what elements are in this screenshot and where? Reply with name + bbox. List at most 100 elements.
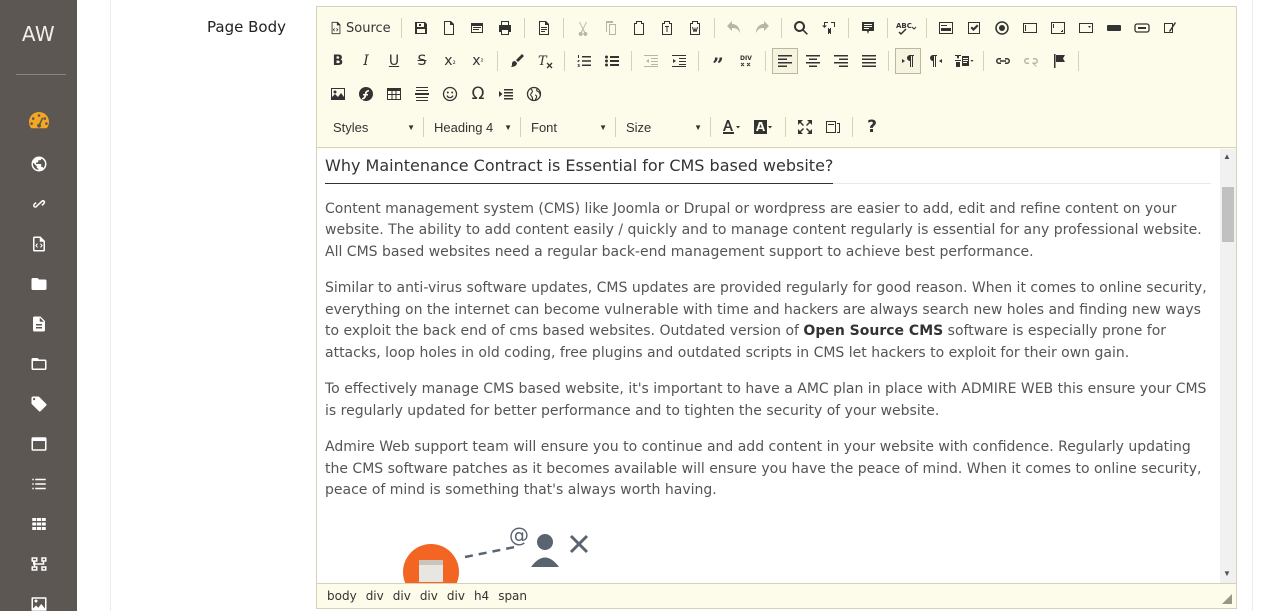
create-div-button[interactable]: DIV — [733, 48, 759, 74]
path-crumb-h4[interactable]: h4 — [474, 589, 489, 603]
text-direction-rtl-button[interactable] — [923, 48, 949, 74]
path-crumb-div[interactable]: div — [366, 589, 384, 603]
align-center-button[interactable] — [800, 48, 826, 74]
subscript-button[interactable]: x₂ — [437, 48, 463, 74]
select-all-button[interactable] — [855, 15, 881, 41]
superscript-button[interactable]: x² — [465, 48, 491, 74]
textfield-button[interactable] — [1017, 15, 1043, 41]
insert-table-button[interactable] — [381, 81, 407, 107]
align-left-button[interactable] — [772, 48, 798, 74]
strikethrough-button[interactable]: S — [409, 48, 435, 74]
italic-button[interactable]: I — [353, 48, 379, 74]
undo-button[interactable] — [721, 15, 747, 41]
horizontal-rule-button[interactable] — [409, 81, 435, 107]
templates-button[interactable] — [531, 15, 557, 41]
folder-outline-icon[interactable] — [27, 352, 51, 376]
list-icon[interactable] — [27, 472, 51, 496]
path-crumb-div[interactable]: div — [393, 589, 411, 603]
dashboard-icon[interactable] — [27, 109, 51, 133]
grid-icon[interactable] — [27, 512, 51, 536]
increase-indent-button[interactable] — [666, 48, 692, 74]
insert-image-button[interactable] — [325, 81, 351, 107]
iframe-button[interactable] — [521, 81, 547, 107]
underline-button[interactable]: U — [381, 48, 407, 74]
paste-text-button[interactable] — [654, 15, 680, 41]
help-button[interactable]: ? — [859, 114, 885, 140]
background-color-button[interactable] — [749, 114, 779, 140]
outdent-icon — [644, 55, 658, 67]
replace-button[interactable] — [816, 15, 842, 41]
insert-flash-button[interactable] — [353, 81, 379, 107]
spellcheck-button[interactable]: ABC — [894, 15, 920, 41]
styles-dropdown[interactable]: Styles ▼ — [329, 114, 419, 140]
path-crumb-body[interactable]: body — [327, 589, 357, 603]
path-crumb-span[interactable]: span — [498, 589, 527, 603]
maximize-icon — [798, 120, 812, 134]
resize-handle-icon[interactable] — [1222, 594, 1232, 604]
image-icon[interactable] — [27, 592, 51, 616]
remove-format-button[interactable]: T — [532, 48, 558, 74]
tags-icon[interactable] — [27, 392, 51, 416]
bold-button[interactable]: B — [325, 48, 351, 74]
window-icon[interactable] — [27, 432, 51, 456]
decrease-indent-button[interactable] — [638, 48, 664, 74]
flag-icon — [1054, 54, 1065, 68]
form-button[interactable] — [933, 15, 959, 41]
unlink-button[interactable] — [1018, 48, 1044, 74]
scroll-down-arrow-icon[interactable]: ▼ — [1223, 569, 1231, 578]
text-color-button[interactable] — [717, 114, 747, 140]
paste-word-button[interactable] — [682, 15, 708, 41]
justify-button[interactable] — [856, 48, 882, 74]
find-button[interactable] — [788, 15, 814, 41]
anchor-button[interactable] — [1046, 48, 1072, 74]
sitemap-icon[interactable] — [27, 552, 51, 576]
maximize-button[interactable] — [792, 114, 818, 140]
hidden-field-button[interactable] — [1157, 15, 1183, 41]
preview-button[interactable] — [464, 15, 490, 41]
redo-button[interactable] — [749, 15, 775, 41]
editor-scrollbar-thumb[interactable] — [1222, 187, 1234, 242]
document-icon[interactable] — [27, 312, 51, 336]
cut-button[interactable] — [570, 15, 596, 41]
numbered-list-button[interactable] — [571, 48, 597, 74]
link-button[interactable] — [990, 48, 1016, 74]
special-char-button[interactable]: Ω — [465, 81, 491, 107]
save-button[interactable] — [408, 15, 434, 41]
source-button[interactable]: Source — [325, 15, 395, 41]
textarea-button[interactable] — [1045, 15, 1071, 41]
align-left-icon — [778, 55, 792, 67]
copy-button[interactable] — [598, 15, 624, 41]
checkbox-button[interactable] — [961, 15, 987, 41]
text-direction-ltr-button[interactable] — [895, 48, 921, 74]
person-head — [537, 533, 553, 550]
toolbar-row-1: Source ABC — [325, 13, 1185, 43]
size-dropdown[interactable]: Size ▼ — [622, 114, 706, 140]
radio-button[interactable] — [989, 15, 1015, 41]
new-page-button[interactable] — [436, 15, 462, 41]
smiley-button[interactable] — [437, 81, 463, 107]
blockquote-button[interactable]: ” — [705, 48, 731, 77]
page-break-button[interactable] — [493, 81, 519, 107]
select-field-button[interactable] — [1073, 15, 1099, 41]
code-file-icon[interactable] — [27, 232, 51, 256]
format-dropdown[interactable]: Heading 4 ▼ — [430, 114, 516, 140]
image-button-field-button[interactable] — [1129, 15, 1155, 41]
scroll-up-arrow-icon[interactable]: ▲ — [1223, 152, 1231, 161]
path-crumb-div[interactable]: div — [420, 589, 438, 603]
bulleted-list-button[interactable] — [599, 48, 625, 74]
content-divider-left — [110, 0, 111, 611]
editor-content-area[interactable]: Why Maintenance Contract is Essential fo… — [317, 149, 1220, 583]
path-crumb-div[interactable]: div — [447, 589, 465, 603]
globe-icon[interactable] — [27, 152, 51, 176]
print-button[interactable] — [492, 15, 518, 41]
align-right-button[interactable] — [828, 48, 854, 74]
paste-button[interactable] — [626, 15, 652, 41]
copy-formatting-button[interactable] — [504, 48, 530, 74]
folder-icon[interactable] — [27, 272, 51, 296]
link-icon[interactable] — [27, 192, 51, 216]
brand-logo[interactable]: AW — [0, 22, 77, 46]
language-button[interactable] — [951, 48, 977, 74]
button-field-button[interactable] — [1101, 15, 1127, 41]
show-blocks-button[interactable] — [820, 114, 846, 140]
font-dropdown[interactable]: Font ▼ — [527, 114, 611, 140]
